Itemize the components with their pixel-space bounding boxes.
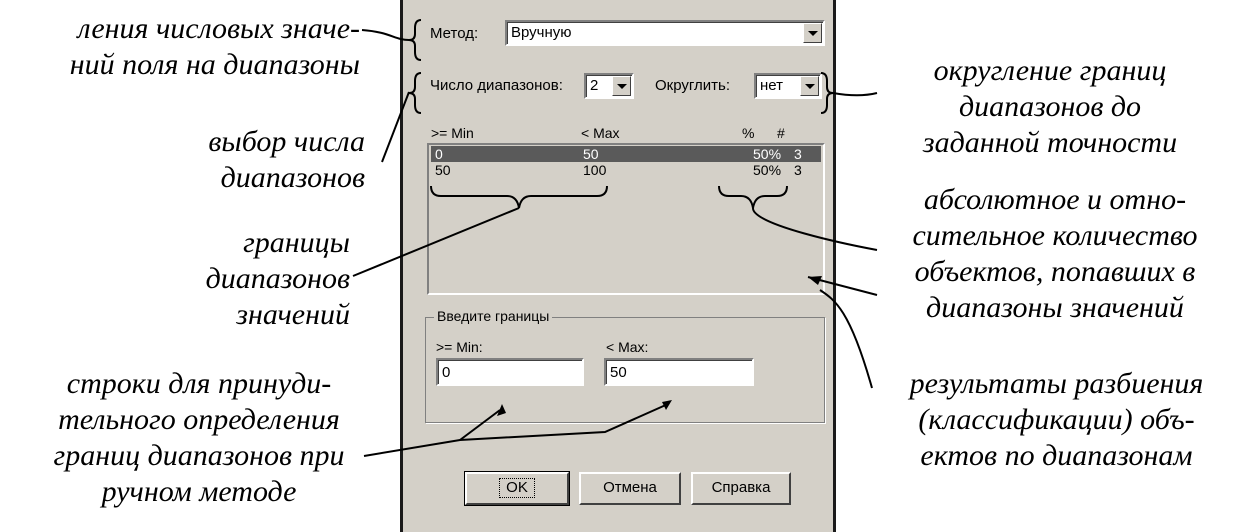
row-max: 100 [583, 162, 607, 178]
annotation-line: выбор числа [208, 125, 365, 158]
max-field-label: < Max: [606, 339, 649, 355]
ranges-count-select[interactable]: 2 [584, 73, 634, 99]
annotation-line: заданной точности [922, 126, 1178, 159]
column-header-min: >= Min [431, 125, 474, 141]
annotation-line: диапазоны значений [926, 291, 1184, 324]
row-percent: 50% [753, 146, 782, 162]
annotation-line: результаты разбиения [909, 367, 1204, 400]
column-header-percent: % [742, 125, 755, 141]
annotation-line: диапазонов [205, 262, 350, 295]
cancel-button[interactable]: Отмена [579, 472, 681, 505]
bounds-group-title: Введите границы [434, 308, 553, 324]
max-input[interactable] [604, 358, 754, 386]
annotation-line: ручном методе [101, 475, 297, 508]
annotation-line: тельного определения [58, 403, 340, 436]
list-item[interactable]: 50 100 50% 3 [431, 162, 821, 178]
list-item[interactable]: 0 50 50% 3 [431, 146, 821, 162]
method-select[interactable]: Вручную [505, 20, 825, 46]
annotation-line: границ диапазонов при [53, 439, 345, 472]
row-min: 50 [435, 162, 451, 178]
row-percent: 50% [753, 162, 782, 178]
annotation-counts: абсолютное и отно- сительное количество … [870, 182, 1240, 326]
annotation-line: абсолютное и отно- [923, 183, 1187, 216]
annotation-line: округление границ [933, 54, 1167, 87]
round-label: Округлить: [655, 77, 731, 94]
bounds-groupbox: Введите границы >= Min: < Max: [425, 308, 825, 423]
row-count: 3 [794, 146, 802, 162]
annotation-line: границы [243, 226, 350, 259]
min-field-label: >= Min: [436, 339, 483, 355]
annotation-line: ления числовых значе- [77, 12, 360, 45]
annotation-rounding: округление границ диапазонов до заданной… [860, 53, 1240, 161]
column-header-max: < Max [581, 125, 620, 141]
annotation-split-values: ления числовых значе- ний поля на диапаз… [70, 11, 360, 83]
row-min: 0 [435, 146, 443, 162]
chevron-down-icon[interactable] [800, 76, 819, 96]
annotation-results: результаты разбиения (классификации) объ… [868, 366, 1245, 474]
annotation-line: строки для принуди- [66, 367, 332, 400]
ok-button[interactable]: OK [464, 471, 570, 506]
ranges-count-value: 2 [590, 77, 599, 94]
column-header-count: # [777, 125, 785, 141]
annotation-line: значений [236, 298, 350, 331]
dialog-window: Метод: Вручную Число диапазонов: 2 Округ… [400, 0, 836, 532]
ranges-count-label: Число диапазонов: [430, 77, 563, 94]
chevron-down-icon[interactable] [803, 23, 822, 43]
row-max: 50 [583, 146, 599, 162]
annotation-line: (классификации) объ- [918, 403, 1195, 436]
annotation-range-bounds: границы диапазонов значений [206, 225, 350, 333]
ranges-list[interactable]: 0 50 50% 3 50 100 50% 3 [427, 143, 825, 295]
ok-button-label: OK [499, 478, 535, 498]
method-select-value: Вручную [511, 24, 572, 41]
chevron-down-icon[interactable] [612, 76, 631, 96]
min-input[interactable] [436, 358, 584, 386]
annotation-manual-rows: строки для принуди- тельного определения… [14, 366, 384, 510]
round-select-value: нет [760, 77, 783, 94]
help-button[interactable]: Справка [691, 472, 791, 505]
annotation-line: ектов по диапазонам [920, 439, 1193, 472]
annotation-line: диапазонов [220, 161, 365, 194]
annotation-line: ний поля на диапазоны [69, 48, 360, 81]
round-select[interactable]: нет [754, 73, 822, 99]
annotation-line: сительное количество [912, 219, 1198, 252]
annotation-line: диапазонов до [958, 90, 1142, 123]
row-count: 3 [794, 162, 802, 178]
method-label: Метод: [430, 25, 479, 42]
annotation-line: объектов, попавших в [914, 255, 1196, 288]
annotation-choose-count: выбор числа диапазонов [208, 124, 365, 196]
